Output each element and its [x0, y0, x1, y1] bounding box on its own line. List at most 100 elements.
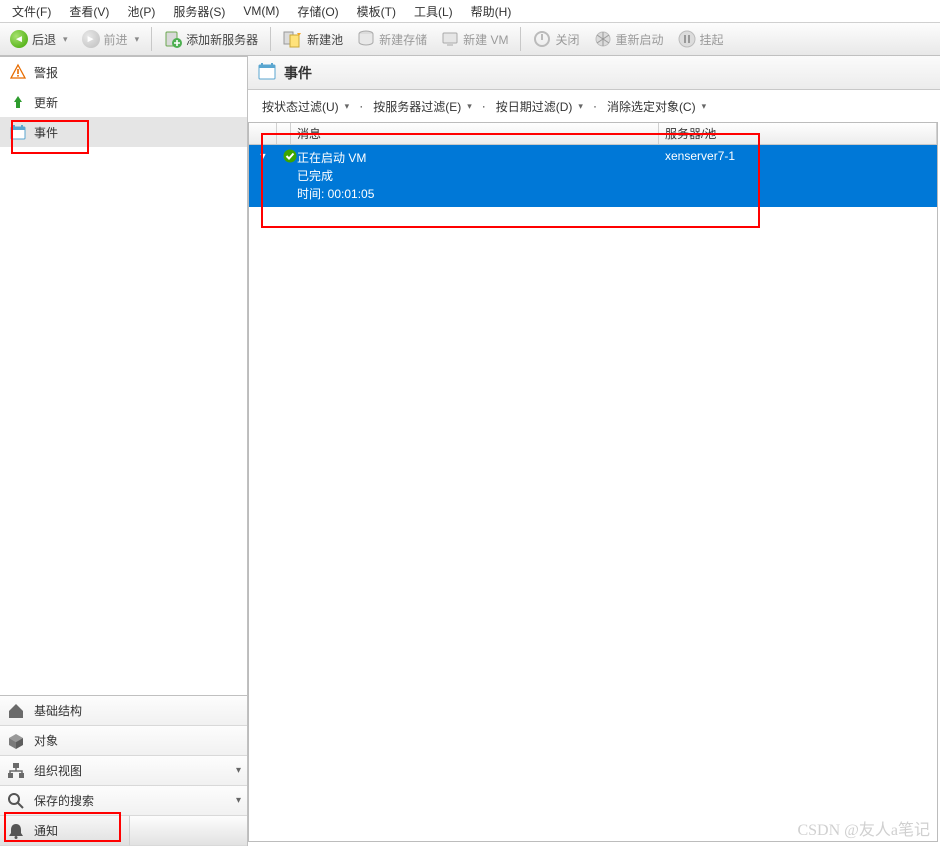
dot-sep: ·	[482, 99, 486, 113]
filter-date-label: 按日期过滤(D)	[496, 98, 573, 115]
table-header: 消息 服务器/池	[249, 123, 937, 145]
orgview-icon	[6, 761, 26, 781]
table-row[interactable]: ▼ 正在启动 VM 已完成 时间: 00:01:05 xenserver7-1	[249, 145, 937, 207]
dot-sep: ·	[593, 99, 597, 113]
server-add-icon	[164, 30, 182, 48]
filter-server[interactable]: 按服务器过滤(E)	[369, 98, 476, 115]
toolbar-separator	[151, 27, 152, 51]
new-storage-button[interactable]: 新建存储	[351, 25, 433, 53]
nav-events[interactable]: 事件	[0, 117, 247, 147]
server-cell: xenserver7-1	[659, 145, 937, 207]
bottom-objects[interactable]: 对象	[0, 726, 247, 756]
restart-icon	[594, 30, 612, 48]
bottom-saved-search[interactable]: 保存的搜索	[0, 786, 247, 816]
bottom-orgview[interactable]: 组织视图	[0, 756, 247, 786]
row-line3: 时间: 00:01:05	[297, 185, 653, 203]
left-nav: 警报 更新 事件	[0, 56, 247, 695]
forward-dropdown-icon[interactable]	[132, 34, 140, 45]
restart-label: 重新启动	[616, 31, 664, 48]
right-panel: 事件 按状态过滤(U) · 按服务器过滤(E) · 按日期过滤(D) · 消除选…	[248, 56, 940, 846]
message-cell: 正在启动 VM 已完成 时间: 00:01:05	[291, 145, 659, 207]
search-icon	[6, 791, 26, 811]
menu-help[interactable]: 帮助(H)	[463, 1, 520, 22]
expand-toggle[interactable]: ▼	[249, 145, 277, 207]
nav-updates-label: 更新	[34, 94, 58, 111]
menu-tools[interactable]: 工具(L)	[406, 1, 461, 22]
events-table: 消息 服务器/池 ▼ 正在启动 VM 已完成 时间: 00:01:05	[248, 122, 938, 842]
bottom-notifications-label: 通知	[34, 822, 58, 839]
bottom-infra[interactable]: 基础结构	[0, 696, 247, 726]
back-button[interactable]: ◄ 后退	[4, 25, 74, 53]
back-label: 后退	[32, 31, 56, 48]
content-header: 事件	[248, 56, 940, 90]
toolbar: ◄ 后退 ► 前进 添加新服务器 新建池 新建存储 新建 VM	[0, 22, 940, 56]
th-expand[interactable]	[249, 123, 277, 144]
row-line1: 正在启动 VM	[297, 149, 653, 167]
dot-sep: ·	[359, 99, 363, 113]
menu-pool[interactable]: 池(P)	[119, 1, 163, 22]
filter-bar: 按状态过滤(U) · 按服务器过滤(E) · 按日期过滤(D) · 消除选定对象…	[248, 90, 940, 122]
toolbar-separator	[270, 27, 271, 51]
menu-template[interactable]: 模板(T)	[349, 1, 404, 22]
th-server[interactable]: 服务器/池	[659, 123, 937, 144]
bottom-orgview-label: 组织视图	[34, 762, 82, 779]
filter-status-label: 按状态过滤(U)	[262, 98, 339, 115]
bottom-strip	[129, 816, 247, 846]
content-title: 事件	[284, 63, 312, 83]
filter-server-label: 按服务器过滤(E)	[373, 98, 461, 115]
table-body: ▼ 正在启动 VM 已完成 时间: 00:01:05 xenserver7-1	[249, 145, 937, 841]
cube-icon	[6, 731, 26, 751]
menu-file[interactable]: 文件(F)	[4, 1, 59, 22]
main: 警报 更新 事件 基础结构	[0, 56, 940, 846]
nav-updates[interactable]: 更新	[0, 87, 247, 117]
calendar-icon	[10, 124, 26, 140]
menubar: 文件(F) 查看(V) 池(P) 服务器(S) VM(M) 存储(O) 模板(T…	[0, 0, 940, 22]
power-icon	[533, 30, 551, 48]
new-vm-button[interactable]: 新建 VM	[435, 25, 514, 53]
menu-server[interactable]: 服务器(S)	[165, 1, 233, 22]
new-pool-button[interactable]: 新建池	[277, 25, 349, 53]
bell-icon	[6, 821, 26, 841]
forward-button[interactable]: ► 前进	[76, 25, 146, 53]
storage-icon	[357, 30, 375, 48]
menu-view[interactable]: 查看(V)	[61, 1, 117, 22]
nav-alerts[interactable]: 警报	[0, 57, 247, 87]
back-dropdown-icon[interactable]	[60, 34, 68, 45]
new-storage-label: 新建存储	[379, 31, 427, 48]
shutdown-button[interactable]: 关闭	[527, 25, 585, 53]
th-message[interactable]: 消息	[291, 123, 659, 144]
add-server-label: 添加新服务器	[186, 31, 258, 48]
left-bottom-nav: 基础结构 对象 组织视图 保存的搜索	[0, 695, 247, 846]
bottom-saved-search-label: 保存的搜索	[34, 792, 94, 809]
menu-vm[interactable]: VM(M)	[235, 2, 287, 20]
suspend-label: 挂起	[700, 31, 724, 48]
pause-icon	[678, 30, 696, 48]
left-panel: 警报 更新 事件 基础结构	[0, 56, 248, 846]
forward-label: 前进	[104, 31, 128, 48]
new-pool-label: 新建池	[307, 31, 343, 48]
th-status[interactable]	[277, 123, 291, 144]
new-vm-label: 新建 VM	[463, 31, 508, 48]
shutdown-label: 关闭	[555, 31, 579, 48]
filter-dismiss-label: 消除选定对象(C)	[607, 98, 696, 115]
toolbar-separator	[520, 27, 521, 51]
bottom-notifications[interactable]: 通知	[0, 816, 129, 846]
bottom-infra-label: 基础结构	[34, 702, 82, 719]
status-cell	[277, 145, 291, 207]
add-server-button[interactable]: 添加新服务器	[158, 25, 264, 53]
forward-icon: ►	[82, 30, 100, 48]
alert-icon	[10, 64, 26, 80]
menu-storage[interactable]: 存储(O)	[289, 1, 346, 22]
back-icon: ◄	[10, 30, 28, 48]
filter-status[interactable]: 按状态过滤(U)	[258, 98, 353, 115]
update-icon	[10, 94, 26, 110]
suspend-button[interactable]: 挂起	[672, 25, 730, 53]
bottom-objects-label: 对象	[34, 732, 58, 749]
filter-dismiss[interactable]: 消除选定对象(C)	[603, 98, 710, 115]
pool-icon	[283, 30, 303, 48]
restart-button[interactable]: 重新启动	[588, 25, 670, 53]
filter-date[interactable]: 按日期过滤(D)	[492, 98, 587, 115]
vm-icon	[441, 30, 459, 48]
nav-alerts-label: 警报	[34, 64, 58, 81]
home-icon	[6, 701, 26, 721]
